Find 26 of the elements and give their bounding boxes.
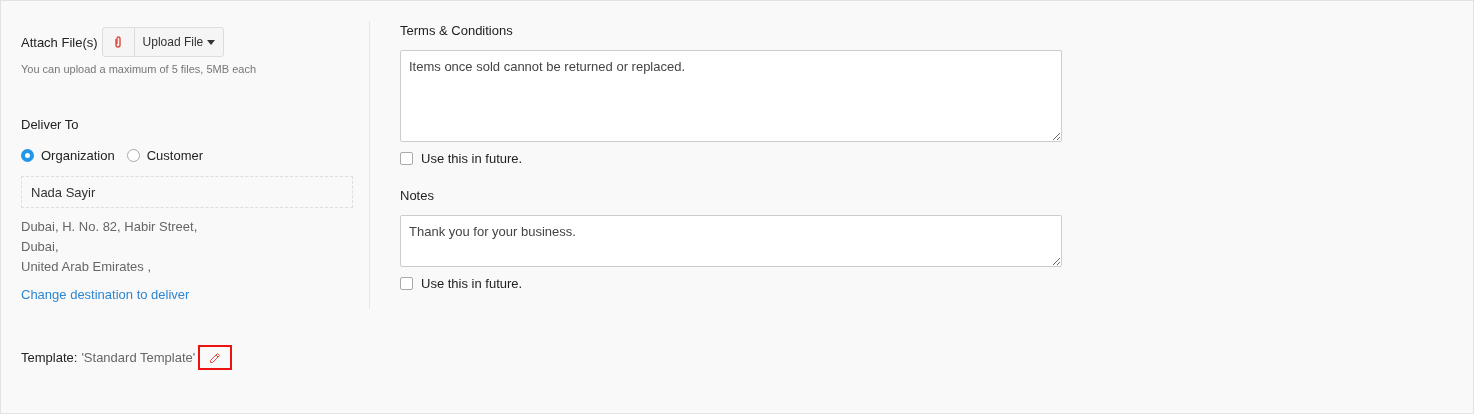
text-area[interactable]: Thank you for your business. [400,215,1062,267]
section-label: Terms & Conditions [400,23,514,38]
pencil-icon [209,351,222,364]
deliver-label: Deliver To [21,117,80,132]
checkbox-label: Use this in future. [421,151,523,166]
checkbox[interactable] [400,277,413,290]
change-destination-link[interactable]: Change destination to deliver [21,287,353,302]
caret-icon [207,39,216,45]
radio-button[interactable] [126,149,140,162]
address-line: United Arab Emirates , [21,258,153,276]
template-name: 'Standard Template' [81,350,196,365]
radio-button[interactable] [21,149,34,162]
checkbox[interactable] [400,152,413,165]
section-label: Notes [400,188,435,203]
paperclip-icon [114,36,123,48]
edit-button[interactable] [198,345,233,370]
address-line: Dubai, H. No. 82, Habir Street, [21,218,199,236]
attach-label: Attach File(s) [21,34,98,50]
upload-hint: You can upload a maximum of 5 files, 5MB each [21,63,257,75]
text-area[interactable]: Items once sold cannot be returned or replaced. [400,50,1062,142]
radio-label: Customer [146,148,204,163]
radio-label: Organization [41,148,115,163]
name-field[interactable]: Nada Sayir [21,176,353,208]
address-line: Dubai, [21,238,60,256]
checkbox-label: Use this in future. [421,276,523,291]
template-label: Template: [21,350,78,365]
